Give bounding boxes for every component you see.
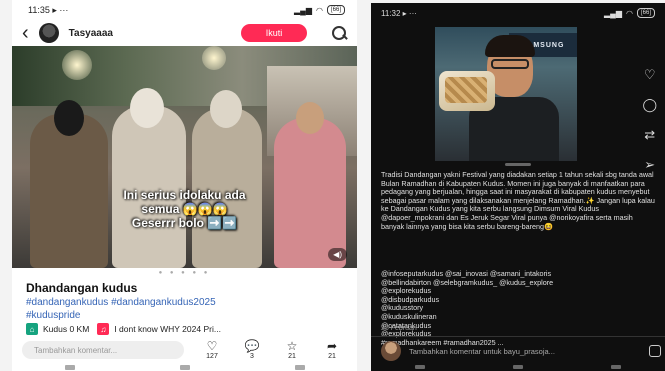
right-phone-screen: 11:32 ▸ ··· ▂▄▆ ◠ [66] SAMSUNG ♡ ◯ ⇄ ➢ T…	[371, 3, 665, 371]
home-button[interactable]	[179, 365, 190, 370]
back-arrow-icon[interactable]: ‹	[22, 23, 29, 43]
repost-icon[interactable]: ⇄	[644, 127, 655, 143]
music-label: I dont know WHY 2024 Pri...	[114, 324, 221, 334]
hashtag-line[interactable]: #kuduspride	[26, 309, 356, 322]
comment-icon: 💬	[244, 339, 260, 353]
signal-icon: ▂▄▆	[604, 8, 622, 18]
star-icon: ☆	[286, 339, 298, 353]
status-time: 11:35	[28, 4, 50, 15]
location-label: Kudus 0 KM	[43, 324, 90, 334]
location-chip[interactable]: ⌂ Kudus 0 KM	[26, 322, 89, 336]
post-image[interactable]: Ini serius idolaku ada semua 😱😱😱 Geserrr…	[12, 46, 357, 268]
heart-icon[interactable]: ♡	[644, 67, 656, 83]
recents-button[interactable]	[64, 365, 75, 370]
username[interactable]: Tasyaaaa	[69, 28, 231, 39]
status-time: 11:32	[381, 8, 401, 18]
home-button[interactable]	[513, 365, 523, 369]
status-bar: 11:35 ▸ ··· ▂▄▆ ◠ [66]	[12, 0, 357, 20]
person-head	[296, 102, 324, 134]
engagement-bar: Tambahkan komentar... ♡ 127 💬 3 ☆ 21 ➦ 21	[22, 336, 352, 364]
back-button[interactable]	[294, 365, 305, 370]
glasses	[491, 59, 529, 69]
like-count: 127	[206, 353, 218, 360]
gif-icon[interactable]	[649, 345, 661, 357]
sound-icon[interactable]: ◀)	[328, 248, 347, 261]
sheet-handle[interactable]	[505, 163, 531, 166]
person-hair	[485, 35, 535, 57]
status-bar: 11:32 ▸ ··· ▂▄▆ ◠ [66]	[371, 3, 665, 23]
status-extra: ▸ ···	[402, 8, 417, 18]
hashtag-line[interactable]: #dandangankudus #dandangankudus2025	[26, 296, 356, 309]
photo-caption: semua 😱😱😱	[141, 202, 228, 216]
post-title: Dhandangan kudus	[26, 281, 138, 295]
search-icon[interactable]	[331, 25, 347, 41]
video-thumbnail[interactable]: SAMSUNG	[435, 27, 577, 161]
music-icon: ♫	[97, 323, 110, 335]
post-description: Tradisi Dandangan yakni Festival yang di…	[381, 170, 655, 231]
photo-caption: Geserrr bolo ➡️➡️	[131, 216, 238, 230]
recents-button[interactable]	[415, 365, 425, 369]
divider	[371, 336, 665, 337]
wifi-icon: ◠	[626, 8, 633, 18]
system-nav-bar	[12, 364, 357, 371]
share-button[interactable]: ➦ 21	[312, 339, 352, 361]
battery-icon: [66]	[326, 5, 345, 15]
post-chips: ⌂ Kudus 0 KM ♫ I dont know WHY 2024 Pri.…	[26, 322, 221, 336]
status-extra: ▸ ···	[52, 4, 69, 15]
post-header: ‹ Tasyaaaa Ikuti	[12, 20, 357, 46]
comment-icon[interactable]: ◯	[642, 97, 657, 113]
left-phone-screen: 11:35 ▸ ··· ▂▄▆ ◠ [66] ‹ Tasyaaaa Ikuti …	[12, 0, 357, 371]
person-head	[54, 100, 84, 136]
food	[445, 77, 487, 103]
avatar[interactable]	[38, 23, 59, 43]
wifi-icon: ◠	[316, 5, 323, 15]
photo-caption: Ini serius idolaku ada	[123, 188, 246, 202]
ghost-head	[130, 88, 164, 128]
follow-button[interactable]: Ikuti	[241, 24, 307, 42]
comment-bar: Tambahkan komentar untuk bayu_prasoja...	[381, 341, 661, 361]
share-count: 21	[328, 353, 336, 360]
lamp-light	[202, 46, 226, 70]
save-count: 21	[288, 353, 296, 360]
ghost-head	[210, 90, 242, 128]
music-chip[interactable]: ♫ I dont know WHY 2024 Pri...	[97, 322, 221, 336]
signal-icon: ▂▄▆	[294, 5, 312, 15]
system-nav-bar	[371, 365, 665, 371]
ghost-figure	[112, 106, 186, 268]
heart-icon: ♡	[206, 339, 218, 353]
comment-input[interactable]: Tambahkan komentar...	[22, 341, 184, 359]
lamp-light	[62, 50, 92, 80]
avatar	[381, 341, 401, 361]
save-button[interactable]: ☆ 21	[272, 339, 312, 361]
battery-icon: [66]	[636, 8, 655, 18]
side-actions: ♡ ◯ ⇄ ➢	[642, 67, 657, 173]
like-button[interactable]: ♡ 127	[192, 339, 232, 361]
action-buttons: ♡ 127 💬 3 ☆ 21 ➦ 21	[192, 339, 352, 361]
location-icon: ⌂	[26, 323, 38, 335]
comment-input[interactable]: Tambahkan komentar untuk bayu_prasoja...	[409, 347, 641, 356]
comment-count: 3	[250, 353, 254, 360]
comment-button[interactable]: 💬 3	[232, 339, 272, 361]
back-button[interactable]	[611, 365, 621, 369]
hashtags[interactable]: #dandangankudus #dandangankudus2025 #kud…	[26, 296, 356, 322]
post-date: 25 Februari	[381, 325, 417, 332]
carousel-dots: ● ● ● ● ●	[158, 270, 211, 276]
share-icon: ➦	[326, 339, 338, 353]
